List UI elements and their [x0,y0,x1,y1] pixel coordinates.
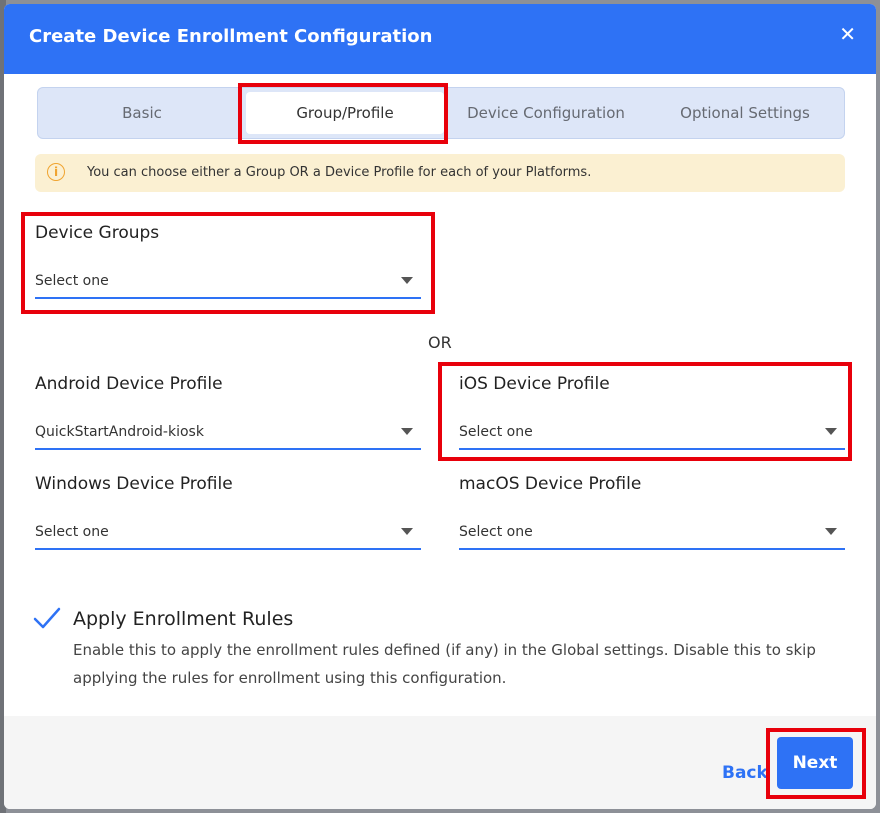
android-profile-select[interactable]: QuickStartAndroid-kiosk [35,416,421,450]
ios-profile-select[interactable]: Select one [459,416,845,450]
dialog-footer: Back Next [4,716,876,809]
dialog-header: Create Device Enrollment Configuration ✕ [4,4,876,74]
windows-profile-value: Select one [35,524,109,540]
info-text: You can choose either a Group OR a Devic… [87,165,592,180]
ios-profile-value: Select one [459,424,533,440]
enrollment-dialog: Create Device Enrollment Configuration ✕… [4,4,876,809]
chevron-down-icon [825,528,837,535]
step-basic[interactable]: Basic [38,88,246,138]
windows-profile-label: Windows Device Profile [35,474,233,494]
info-banner: i You can choose either a Group OR a Dev… [35,154,845,192]
device-groups-value: Select one [35,273,109,289]
checkmark-icon[interactable] [32,606,62,636]
step-group-profile[interactable]: Group/Profile [246,92,444,134]
device-groups-select[interactable]: Select one [35,265,421,299]
windows-profile-select[interactable]: Select one [35,516,421,550]
ios-profile-label: iOS Device Profile [459,374,610,394]
step-device-configuration[interactable]: Device Configuration [446,88,646,138]
apply-enrollment-rules-label: Apply Enrollment Rules [73,608,294,630]
chevron-down-icon [401,428,413,435]
chevron-down-icon [401,277,413,284]
or-separator: OR [428,333,452,352]
next-button[interactable]: Next [777,737,853,789]
device-groups-label: Device Groups [35,223,160,243]
android-profile-value: QuickStartAndroid-kiosk [35,424,204,440]
wizard-stepper: Basic Group/Profile Device Configuration… [37,87,845,139]
info-icon: i [47,163,65,181]
chevron-down-icon [825,428,837,435]
macos-profile-value: Select one [459,524,533,540]
macos-profile-select[interactable]: Select one [459,516,845,550]
chevron-down-icon [401,528,413,535]
android-profile-label: Android Device Profile [35,374,223,394]
step-optional-settings[interactable]: Optional Settings [646,88,844,138]
macos-profile-label: macOS Device Profile [459,474,642,494]
back-button[interactable]: Back [722,763,768,783]
apply-enrollment-rules-description: Enable this to apply the enrollment rule… [73,641,816,687]
dialog-title: Create Device Enrollment Configuration [29,26,433,47]
close-icon[interactable]: ✕ [839,22,856,46]
